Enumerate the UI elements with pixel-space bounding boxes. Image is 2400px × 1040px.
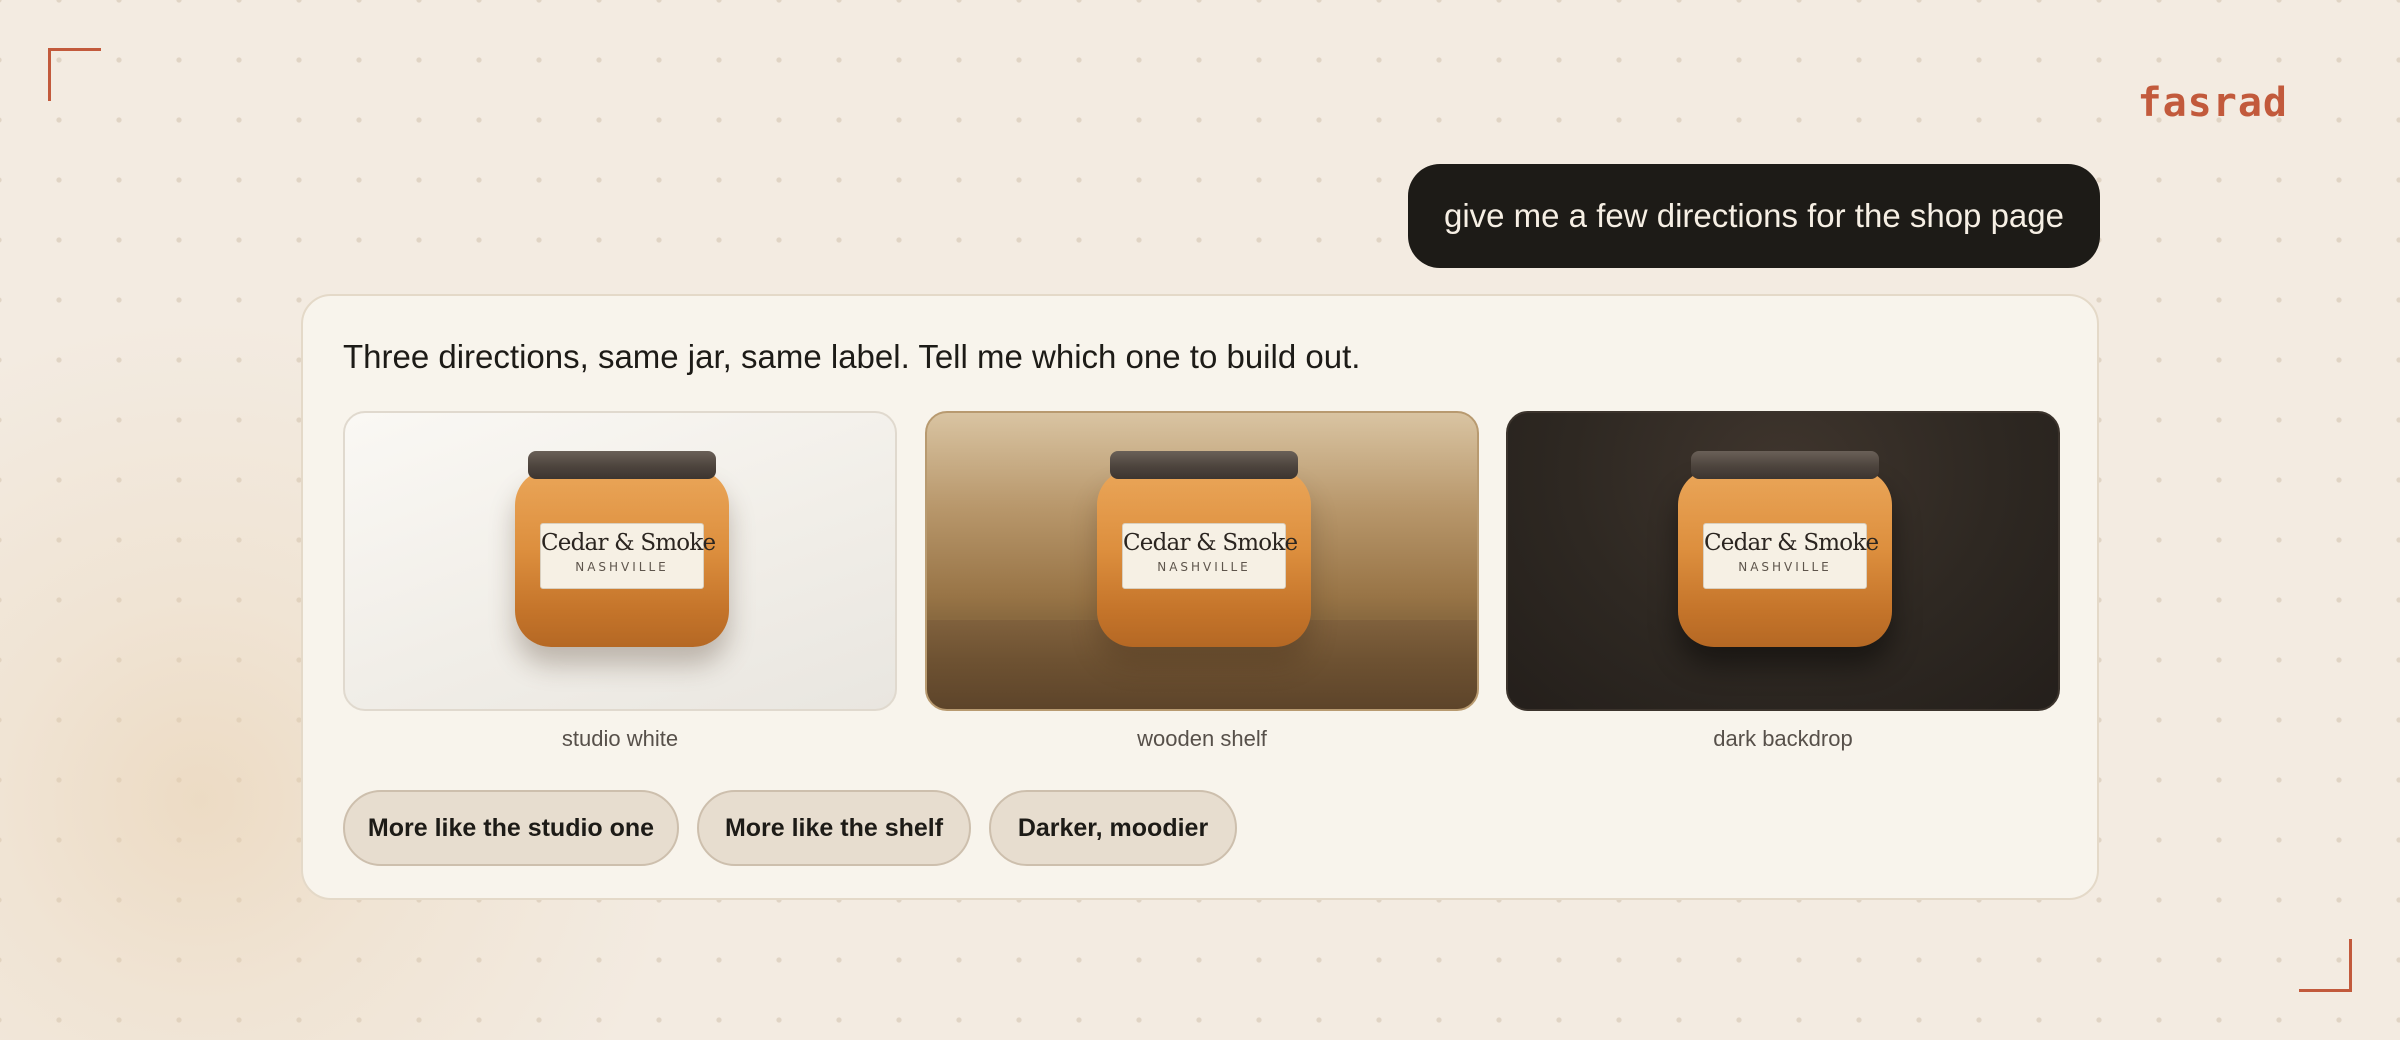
jar-label-title: Cedar & Smoke bbox=[541, 530, 716, 556]
jar-lid bbox=[528, 451, 716, 479]
suggestion-more-like-studio-button[interactable]: More like the studio one bbox=[343, 790, 679, 866]
jar-label-subtitle: NASHVILLE bbox=[1157, 560, 1251, 574]
assistant-reply-card: Three directions, same jar, same label. … bbox=[301, 294, 2099, 900]
user-message-bubble: give me a few directions for the shop pa… bbox=[1407, 164, 2100, 268]
jar-label-title: Cedar & Smoke bbox=[1704, 530, 1879, 556]
jar-illustration: Cedar & Smoke NASHVILLE bbox=[1678, 451, 1892, 647]
corner-bracket-bottom-right bbox=[2299, 939, 2352, 992]
suggestion-darker-moodier-button[interactable]: Darker, moodier bbox=[989, 790, 1237, 866]
brand-logo: fasrad bbox=[2137, 80, 2288, 126]
assistant-reply-text: Three directions, same jar, same label. … bbox=[343, 338, 1361, 375]
jar-label: Cedar & Smoke NASHVILLE bbox=[1122, 523, 1298, 589]
jar-label: Cedar & Smoke NASHVILLE bbox=[1703, 523, 1879, 589]
option-studio-white[interactable]: Cedar & Smoke NASHVILLE bbox=[343, 411, 897, 711]
jar-lid bbox=[1691, 451, 1879, 479]
jar-illustration: Cedar & Smoke NASHVILLE bbox=[515, 451, 729, 647]
jar-label-subtitle: NASHVILLE bbox=[575, 560, 669, 574]
jar-label: Cedar & Smoke NASHVILLE bbox=[540, 523, 716, 589]
option-caption-wooden-shelf: wooden shelf bbox=[1137, 726, 1267, 751]
option-caption-dark-backdrop: dark backdrop bbox=[1713, 726, 1853, 751]
jar-label-title: Cedar & Smoke bbox=[1123, 530, 1298, 556]
option-wooden-shelf[interactable]: Cedar & Smoke NASHVILLE bbox=[925, 411, 1479, 711]
user-message-text: give me a few directions for the shop pa… bbox=[1443, 197, 2064, 234]
corner-bracket-top-left bbox=[48, 48, 101, 101]
option-dark-backdrop[interactable]: Cedar & Smoke NASHVILLE bbox=[1506, 411, 2060, 711]
option-caption-studio-white: studio white bbox=[561, 726, 679, 751]
jar-lid bbox=[1110, 451, 1298, 479]
jar-illustration: Cedar & Smoke NASHVILLE bbox=[1097, 451, 1311, 647]
suggestion-more-like-shelf-button[interactable]: More like the shelf bbox=[697, 790, 971, 866]
jar-label-subtitle: NASHVILLE bbox=[1738, 560, 1832, 574]
